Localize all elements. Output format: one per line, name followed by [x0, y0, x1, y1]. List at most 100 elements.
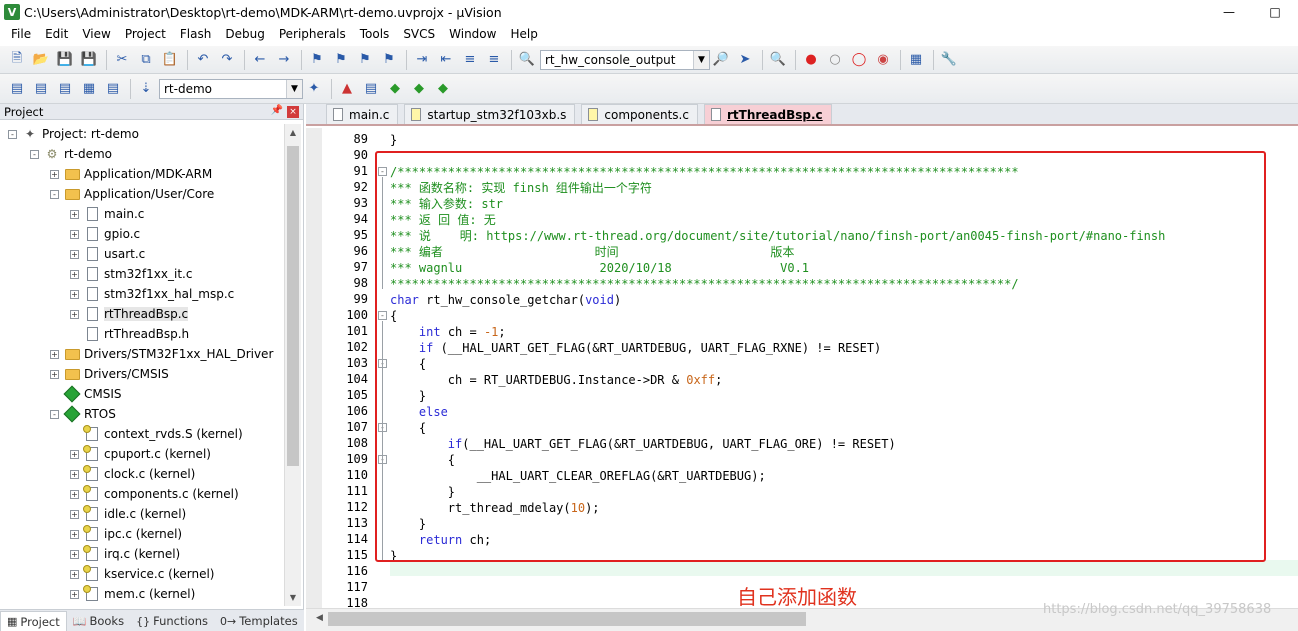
close-icon[interactable]: ×	[287, 106, 299, 118]
scroll-left-icon[interactable]: ◀	[316, 613, 323, 623]
batch-build-icon[interactable]: ▦	[78, 78, 100, 100]
tree-item[interactable]: + cpuport.c (kernel)	[0, 444, 284, 464]
build-icon[interactable]: ▤	[30, 78, 52, 100]
target-options-icon[interactable]: ✦	[303, 78, 325, 100]
menu-tools[interactable]: Tools	[353, 27, 397, 41]
menu-debug[interactable]: Debug	[218, 27, 271, 41]
debug-session-icon[interactable]: 🔍	[767, 49, 789, 71]
expand-icon[interactable]: +	[50, 349, 59, 359]
scroll-thumb[interactable]	[287, 146, 299, 466]
chevron-down-icon[interactable]: ▼	[286, 79, 302, 98]
expand-icon[interactable]: +	[70, 569, 79, 579]
maximize-button[interactable]: □	[1252, 0, 1298, 24]
expand-icon[interactable]: +	[70, 489, 79, 499]
clear-bookmarks-icon[interactable]: ⚑	[378, 49, 400, 71]
disable-breakpoints-icon[interactable]: ◯	[848, 49, 870, 71]
kill-breakpoints-icon[interactable]: ◉	[872, 49, 894, 71]
prev-bookmark-icon[interactable]: ⚑	[330, 49, 352, 71]
expand-icon[interactable]: +	[70, 449, 79, 459]
tree-item[interactable]: - ⚙ rt-demo	[0, 144, 284, 164]
menu-window[interactable]: Window	[442, 27, 503, 41]
expand-icon[interactable]: +	[70, 529, 79, 539]
target-combo[interactable]: rt-demo ▼	[159, 78, 303, 99]
configure-icon[interactable]: 🔧	[938, 49, 960, 71]
expand-icon[interactable]: +	[50, 169, 59, 179]
menu-view[interactable]: View	[75, 27, 117, 41]
tree-item[interactable]: + kservice.c (kernel)	[0, 564, 284, 584]
collapse-icon[interactable]: -	[8, 129, 17, 139]
expand-icon[interactable]: +	[70, 209, 79, 219]
find-icon[interactable]: ➤	[734, 49, 756, 71]
tree-item[interactable]: + components.c (kernel)	[0, 484, 284, 504]
menu-project[interactable]: Project	[118, 27, 173, 41]
expand-icon[interactable]: +	[70, 469, 79, 479]
new-file-icon[interactable]: 🗎	[6, 49, 28, 71]
find-combo[interactable]: rt_hw_console_output ▼	[540, 49, 710, 70]
scroll-up-icon[interactable]: ▲	[285, 124, 301, 141]
rebuild-icon[interactable]: ▤	[54, 78, 76, 100]
tree-item[interactable]: + mem.c (kernel)	[0, 584, 284, 604]
tab-books[interactable]: 📖 Books	[67, 611, 130, 631]
menu-edit[interactable]: Edit	[38, 27, 75, 41]
tab-templates[interactable]: 0→ Templates	[214, 611, 304, 631]
menu-help[interactable]: Help	[503, 27, 544, 41]
collapse-icon[interactable]: -	[30, 149, 39, 159]
expand-icon[interactable]: +	[70, 549, 79, 559]
chevron-down-icon[interactable]: ▼	[693, 50, 709, 69]
scroll-down-icon[interactable]: ▼	[285, 589, 301, 606]
tab-functions[interactable]: {} Functions	[130, 611, 214, 631]
tree-item[interactable]: + main.c	[0, 204, 284, 224]
insert-breakpoint-icon[interactable]: ●	[800, 49, 822, 71]
save-all-icon[interactable]: 💾	[78, 49, 100, 71]
cut-icon[interactable]: ✂	[111, 49, 133, 71]
tree-item[interactable]: + Application/MDK-ARM	[0, 164, 284, 184]
expand-icon[interactable]: +	[70, 249, 79, 259]
nav-forward-icon[interactable]: →	[273, 49, 295, 71]
menu-svcs[interactable]: SVCS	[396, 27, 442, 41]
editor-tab[interactable]: startup_stm32f103xb.s	[404, 104, 576, 124]
scroll-thumb[interactable]	[328, 612, 806, 626]
editor-tab[interactable]: rtThreadBsp.c	[703, 104, 832, 124]
expand-icon[interactable]: +	[70, 269, 79, 279]
tree-item[interactable]: + stm32f1xx_it.c	[0, 264, 284, 284]
tree-item[interactable]: + irq.c (kernel)	[0, 544, 284, 564]
window-layout-icon[interactable]: ▦	[905, 49, 927, 71]
tree-item[interactable]: + stm32f1xx_hal_msp.c	[0, 284, 284, 304]
tree-item[interactable]: + ipc.c (kernel)	[0, 524, 284, 544]
incremental-find-icon[interactable]: 🔎	[710, 49, 732, 71]
editor-tab[interactable]: main.c	[326, 104, 399, 124]
expand-icon[interactable]: +	[50, 369, 59, 379]
paste-icon[interactable]: 📋	[159, 49, 181, 71]
redo-icon[interactable]: ↷	[216, 49, 238, 71]
bookmark-icon[interactable]: ⚑	[306, 49, 328, 71]
unindent-icon[interactable]: ⇤	[435, 49, 457, 71]
tree-item[interactable]: + Drivers/CMSIS	[0, 364, 284, 384]
tree-item[interactable]: context_rvds.S (kernel)	[0, 424, 284, 444]
menu-flash[interactable]: Flash	[173, 27, 218, 41]
tree-item[interactable]: + rtThreadBsp.c	[0, 304, 284, 324]
tree-item[interactable]: + Drivers/STM32F1xx_HAL_Driver	[0, 344, 284, 364]
tree-item[interactable]: + usart.c	[0, 244, 284, 264]
tree-item[interactable]: + idle.c (kernel)	[0, 504, 284, 524]
project-tree-scrollbar[interactable]: ▲ ▼	[284, 124, 301, 606]
tree-item[interactable]: - Application/User/Core	[0, 184, 284, 204]
software-packs-icon[interactable]: ◆	[432, 78, 454, 100]
open-file-icon[interactable]: 📂	[30, 49, 52, 71]
minimize-button[interactable]: —	[1206, 0, 1252, 24]
tree-item[interactable]: + clock.c (kernel)	[0, 464, 284, 484]
manage-run-time-icon[interactable]: ▤	[360, 78, 382, 100]
manage-project-items-icon[interactable]: ▲	[336, 78, 358, 100]
nav-back-icon[interactable]: ←	[249, 49, 271, 71]
menu-peripherals[interactable]: Peripherals	[272, 27, 353, 41]
copy-icon[interactable]: ⧉	[135, 49, 157, 71]
expand-icon[interactable]: +	[70, 229, 79, 239]
pack-installer-icon[interactable]: ◆	[408, 78, 430, 100]
find-in-files-icon[interactable]: 🔍	[516, 49, 538, 71]
tree-item[interactable]: - ✦ Project: rt-demo	[0, 124, 284, 144]
load-icon[interactable]: ⇣	[135, 78, 157, 100]
expand-icon[interactable]: +	[70, 309, 79, 319]
editor-tab[interactable]: components.c	[581, 104, 698, 124]
tab-project[interactable]: ▦ Project	[0, 611, 67, 631]
indent-icon[interactable]: ⇥	[411, 49, 433, 71]
menu-file[interactable]: File	[4, 27, 38, 41]
